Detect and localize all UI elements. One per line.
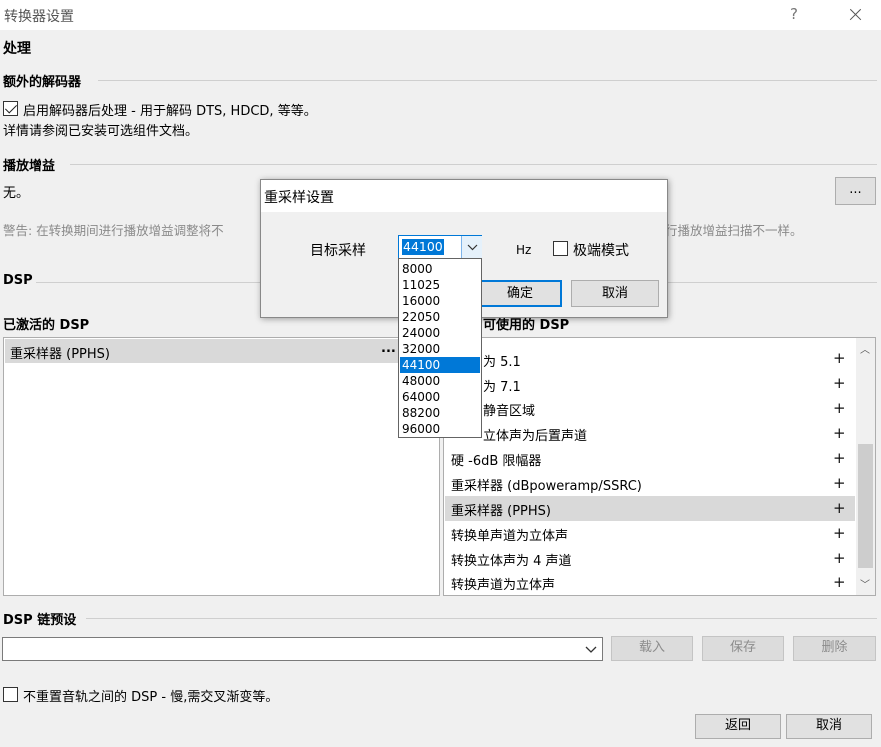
scroll-down-icon[interactable]: ﹀ <box>860 576 870 591</box>
list-item[interactable]: 重采样器 (PPHS) + <box>445 496 855 521</box>
list-item[interactable]: 静音区域 + <box>445 396 855 421</box>
delete-preset-button[interactable]: 删除 <box>793 636 876 661</box>
list-item[interactable]: 转换立体声为 4 声道 + <box>445 546 855 571</box>
replaygain-warning-left: 警告: 在转换期间进行播放增益调整将不 <box>3 223 224 238</box>
sample-rate-option[interactable]: 88200 <box>400 405 480 421</box>
unit-label: Hz <box>516 243 532 257</box>
preset-combo[interactable] <box>2 637 603 661</box>
add-dsp-button[interactable]: + <box>833 449 846 467</box>
sample-rate-option[interactable]: 8000 <box>400 261 480 277</box>
list-item[interactable]: 重采样器 (dBpoweramp/SSRC) + <box>445 471 855 496</box>
dialog-ok-button[interactable]: 确定 <box>478 280 562 307</box>
dialog-title: 重采样设置 <box>264 190 334 206</box>
combo-dropdown-button[interactable] <box>461 236 482 258</box>
list-item[interactable]: 为 5.1 + <box>445 346 855 371</box>
enable-postproc-checkbox[interactable] <box>3 101 18 116</box>
extreme-mode-checkbox[interactable] <box>553 241 568 256</box>
help-button[interactable]: ? <box>790 5 798 23</box>
sample-rate-option[interactable]: 64000 <box>400 389 480 405</box>
sample-rate-option[interactable]: 96000 <box>400 421 480 437</box>
list-item[interactable]: 立体声为后置声道 + <box>445 421 855 446</box>
active-dsp-item-label: 重采样器 (PPHS) <box>10 347 110 362</box>
save-preset-button[interactable]: 保存 <box>702 636 784 661</box>
active-dsp-configure-button[interactable]: ... <box>381 341 396 356</box>
add-dsp-button[interactable]: + <box>833 573 846 591</box>
section-heading-processing: 处理 <box>3 41 31 57</box>
sample-rate-value: 44100 <box>402 239 444 255</box>
available-dsp-item-label: 转换立体声为 4 声道 <box>451 554 572 569</box>
available-dsp-item-label: 转换声道为立体声 <box>451 578 556 593</box>
add-dsp-button[interactable]: + <box>833 499 846 517</box>
available-dsp-item-label: 立体声为后置声道 <box>483 429 588 444</box>
divider <box>86 618 877 619</box>
active-dsp-title: 已激活的 DSP <box>3 318 90 333</box>
info-text: 详情请参阅已安装可选组件文档。 <box>3 124 199 139</box>
chevron-down-icon <box>585 646 597 653</box>
no-reset-label: 不重置音轨之间的 DSP - 慢,需交叉渐变等。 <box>23 690 279 705</box>
sample-rate-option[interactable]: 16000 <box>400 293 480 309</box>
add-dsp-button[interactable]: + <box>833 349 846 367</box>
add-dsp-button[interactable]: + <box>833 399 846 417</box>
dialog-cancel-button[interactable]: 取消 <box>571 280 659 307</box>
sample-rate-option[interactable]: 32000 <box>400 341 480 357</box>
chevron-down-icon <box>467 244 478 251</box>
sample-rate-dropdown-list[interactable]: 8000 11025 16000 22050 24000 32000 44100… <box>398 258 482 438</box>
extreme-mode-label: 极端模式 <box>573 243 629 259</box>
active-dsp-list[interactable]: 重采样器 (PPHS) ... <box>3 337 440 596</box>
sample-rate-combo[interactable]: 44100 <box>398 235 482 259</box>
window-title: 转换器设置 <box>4 9 74 25</box>
add-dsp-button[interactable]: + <box>833 474 846 492</box>
sample-rate-option[interactable]: 11025 <box>400 277 480 293</box>
group-title-replaygain: 播放增益 <box>3 159 56 174</box>
group-title-dsp: DSP <box>3 273 33 288</box>
list-item[interactable]: 转换声道为立体声 + <box>445 571 855 595</box>
divider <box>98 80 877 81</box>
no-reset-checkbox[interactable] <box>3 687 18 702</box>
available-dsp-item-label: 重采样器 (dBpoweramp/SSRC) <box>451 479 642 494</box>
replaygain-warning-right: 行播放增益扫描不一样。 <box>665 223 803 238</box>
sample-rate-option[interactable]: 44100 <box>400 357 480 373</box>
sample-rate-option[interactable]: 24000 <box>400 325 480 341</box>
group-title-presets: DSP 链预设 <box>3 613 77 628</box>
divider <box>70 164 877 165</box>
add-dsp-button[interactable]: + <box>833 549 846 567</box>
available-dsp-list[interactable]: 为 5.1 + 为 7.1 + 静音区域 + 立体声为后置声道 + 硬 -6dB… <box>443 337 876 596</box>
scrollbar-thumb[interactable] <box>858 444 873 568</box>
scroll-up-icon[interactable]: ︿ <box>860 341 870 356</box>
available-dsp-item-label: 为 5.1 <box>483 355 521 370</box>
available-dsp-scrollbar[interactable]: ︿ ﹀ <box>856 338 875 595</box>
list-item[interactable]: 为 7.1 + <box>445 371 855 396</box>
available-dsp-item-label: 转换单声道为立体声 <box>451 529 569 544</box>
list-item[interactable]: 硬 -6dB 限幅器 + <box>445 446 855 471</box>
close-icon[interactable] <box>840 2 870 28</box>
add-dsp-button[interactable]: + <box>833 424 846 442</box>
cancel-button[interactable]: 取消 <box>786 714 872 739</box>
sample-rate-option[interactable]: 48000 <box>400 373 480 389</box>
replaygain-browse-button[interactable]: ... <box>835 177 876 205</box>
group-title-extra-decoders: 额外的解码器 <box>3 75 82 90</box>
enable-postproc-label: 启用解码器后处理 - 用于解码 DTS, HDCD, 等等。 <box>23 104 317 119</box>
available-dsp-item-label: 静音区域 <box>483 404 536 419</box>
add-dsp-button[interactable]: + <box>833 374 846 392</box>
list-item[interactable]: 转换单声道为立体声 + <box>445 521 855 546</box>
available-dsp-item-label: 硬 -6dB 限幅器 <box>451 454 542 469</box>
sample-rate-option[interactable]: 22050 <box>400 309 480 325</box>
back-button[interactable]: 返回 <box>695 714 781 739</box>
replaygain-value: 无。 <box>3 186 30 201</box>
available-dsp-item-label: 重采样器 (PPHS) <box>451 504 551 519</box>
target-rate-label: 目标采样 <box>310 243 366 259</box>
add-dsp-button[interactable]: + <box>833 524 846 542</box>
load-preset-button[interactable]: 载入 <box>611 636 693 661</box>
available-dsp-item-label: 为 7.1 <box>483 380 521 395</box>
title-bar <box>0 0 881 30</box>
list-item[interactable]: 重采样器 (PPHS) ... <box>5 339 438 363</box>
